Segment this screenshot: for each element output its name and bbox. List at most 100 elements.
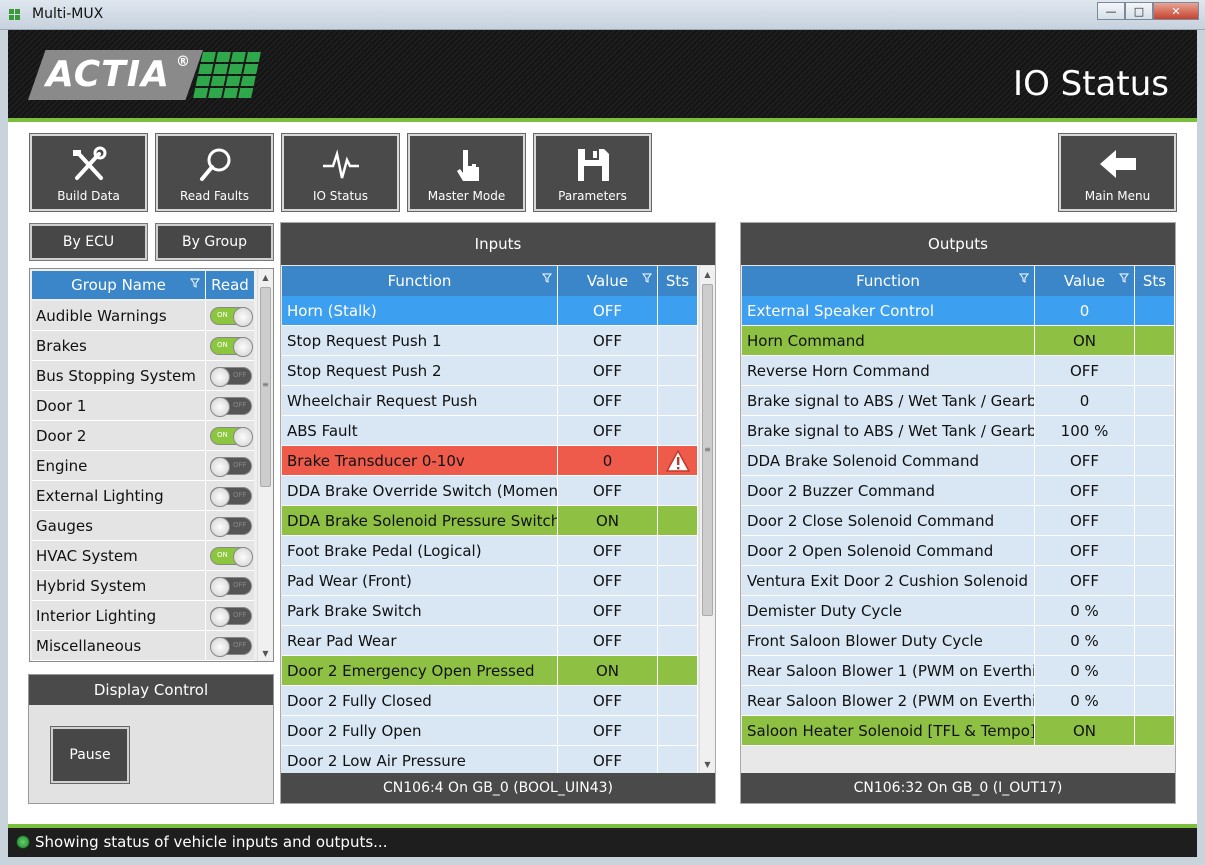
scrollbar-thumb[interactable]: ≡ bbox=[702, 284, 713, 616]
read-toggle[interactable]: OFF bbox=[210, 607, 252, 627]
group-list-scrollbar[interactable]: ▲ ≡ ▼ bbox=[257, 269, 273, 661]
tab-by-ecu[interactable]: By ECU bbox=[29, 223, 148, 261]
scroll-down-icon[interactable]: ▼ bbox=[258, 645, 273, 661]
table-row[interactable]: ABS Fault OFF bbox=[282, 416, 698, 446]
build-data-button[interactable]: Build Data bbox=[29, 133, 148, 212]
group-name: Miscellaneous bbox=[32, 631, 206, 660]
parameters-button[interactable]: Parameters bbox=[533, 133, 652, 212]
magnifier-icon bbox=[199, 148, 230, 181]
read-toggle[interactable]: ON bbox=[210, 547, 253, 567]
value-column-header[interactable]: Value bbox=[558, 266, 658, 296]
status-cell bbox=[658, 326, 698, 356]
read-faults-button[interactable]: Read Faults bbox=[155, 133, 274, 212]
group-row[interactable]: Miscellaneous OFF bbox=[32, 631, 254, 661]
group-name-column-header[interactable]: Group Name bbox=[32, 271, 206, 299]
read-toggle[interactable]: OFF bbox=[210, 367, 252, 387]
group-row[interactable]: Hybrid System OFF bbox=[32, 571, 254, 601]
window-titlebar[interactable]: Multi-MUX — □ ✕ bbox=[0, 0, 1205, 30]
table-row[interactable]: Horn (Stalk) OFF bbox=[282, 296, 698, 326]
table-row[interactable]: Door 2 Low Air Pressure OFF bbox=[282, 746, 698, 776]
status-column-header[interactable]: Sts bbox=[658, 266, 698, 296]
filter-icon[interactable] bbox=[190, 278, 200, 288]
table-row[interactable]: Rear Pad Wear OFF bbox=[282, 626, 698, 656]
table-row[interactable]: Door 2 Open Solenoid Command OFF bbox=[742, 536, 1175, 566]
table-row[interactable]: Door 2 Close Solenoid Command OFF bbox=[742, 506, 1175, 536]
value-cell: 0 % bbox=[1035, 596, 1135, 626]
table-row[interactable]: Door 2 Fully Open OFF bbox=[282, 716, 698, 746]
table-row[interactable]: Brake signal to ABS / Wet Tank / Gearb… 0 bbox=[742, 386, 1175, 416]
table-row[interactable]: Door 2 Buzzer Command OFF bbox=[742, 476, 1175, 506]
table-row[interactable]: Park Brake Switch OFF bbox=[282, 596, 698, 626]
table-row[interactable]: Stop Request Push 1 OFF bbox=[282, 326, 698, 356]
table-row[interactable]: Ventura Exit Door 2 Cushion Solenoid … OF… bbox=[742, 566, 1175, 596]
maximize-icon[interactable]: □ bbox=[1125, 2, 1153, 20]
io-status-button[interactable]: IO Status bbox=[281, 133, 400, 212]
table-row[interactable]: Stop Request Push 2 OFF bbox=[282, 356, 698, 386]
read-toggle[interactable]: ON bbox=[210, 307, 253, 327]
table-row[interactable]: Door 2 Emergency Open Pressed ON bbox=[282, 656, 698, 686]
scroll-up-icon[interactable]: ▲ bbox=[700, 266, 715, 282]
read-toggle[interactable]: ON bbox=[210, 337, 253, 357]
read-toggle[interactable]: OFF bbox=[210, 487, 252, 507]
master-mode-button[interactable]: Master Mode bbox=[407, 133, 526, 212]
toggle-knob bbox=[233, 307, 253, 327]
window-title: Multi-MUX bbox=[32, 6, 104, 22]
read-toggle[interactable]: OFF bbox=[210, 517, 252, 537]
table-row[interactable]: Brake signal to ABS / Wet Tank / Gearb… 1… bbox=[742, 416, 1175, 446]
function-column-header[interactable]: Function bbox=[742, 266, 1035, 296]
read-toggle[interactable]: OFF bbox=[210, 457, 252, 477]
filter-icon[interactable] bbox=[642, 273, 652, 283]
pause-button[interactable]: Pause bbox=[50, 726, 130, 784]
group-row[interactable]: External Lighting OFF bbox=[32, 481, 254, 511]
status-cell bbox=[1135, 326, 1175, 356]
table-row[interactable]: Front Saloon Blower Duty Cycle 0 % bbox=[742, 626, 1175, 656]
scroll-up-icon[interactable]: ▲ bbox=[258, 269, 273, 285]
value-column-header[interactable]: Value bbox=[1035, 266, 1135, 296]
table-row[interactable]: DDA Brake Override Switch (Momen… OFF bbox=[282, 476, 698, 506]
main-menu-button[interactable]: Main Menu bbox=[1058, 133, 1177, 212]
group-row[interactable]: Audible Warnings ON bbox=[32, 301, 254, 331]
inputs-scrollbar[interactable]: ▲ ≡ ▼ bbox=[699, 266, 715, 772]
scroll-down-icon[interactable]: ▼ bbox=[700, 756, 715, 772]
group-row[interactable]: Gauges OFF bbox=[32, 511, 254, 541]
table-row[interactable]: External Speaker Control 0 bbox=[742, 296, 1175, 326]
table-row[interactable]: Brake Transducer 0-10v 0 bbox=[282, 446, 698, 476]
table-row[interactable]: Foot Brake Pedal (Logical) OFF bbox=[282, 536, 698, 566]
read-toggle[interactable]: OFF bbox=[210, 397, 252, 417]
scrollbar-thumb[interactable]: ≡ bbox=[260, 287, 271, 487]
group-row[interactable]: Bus Stopping System OFF bbox=[32, 361, 254, 391]
table-row[interactable]: Saloon Heater Solenoid [TFL & Tempo]… ON bbox=[742, 716, 1175, 746]
value-cell: OFF bbox=[558, 476, 658, 506]
value-cell: OFF bbox=[1035, 476, 1135, 506]
table-row[interactable]: Door 2 Fully Closed OFF bbox=[282, 686, 698, 716]
filter-icon[interactable] bbox=[542, 273, 552, 283]
group-row[interactable]: Door 1 OFF bbox=[32, 391, 254, 421]
table-row[interactable]: DDA Brake Solenoid Pressure Switch… ON bbox=[282, 506, 698, 536]
table-row[interactable]: Rear Saloon Blower 2 (PWM on Everthi… 0 % bbox=[742, 686, 1175, 716]
table-row[interactable]: Horn Command ON bbox=[742, 326, 1175, 356]
table-row[interactable]: DDA Brake Solenoid Command OFF bbox=[742, 446, 1175, 476]
function-column-header[interactable]: Function bbox=[282, 266, 558, 296]
table-row[interactable]: Rear Saloon Blower 1 (PWM on Everthi… 0 % bbox=[742, 656, 1175, 686]
group-row[interactable]: Door 2 ON bbox=[32, 421, 254, 451]
group-row[interactable]: Brakes ON bbox=[32, 331, 254, 361]
read-column-header[interactable]: Read bbox=[206, 271, 254, 299]
filter-icon[interactable] bbox=[1019, 273, 1029, 283]
group-row[interactable]: HVAC System ON bbox=[32, 541, 254, 571]
group-row[interactable]: Interior Lighting OFF bbox=[32, 601, 254, 631]
value-cell: OFF bbox=[558, 326, 658, 356]
table-row[interactable]: Pad Wear (Front) OFF bbox=[282, 566, 698, 596]
function-cell: Door 2 Low Air Pressure bbox=[282, 746, 558, 776]
close-icon[interactable]: ✕ bbox=[1153, 2, 1199, 20]
table-row[interactable]: Wheelchair Request Push OFF bbox=[282, 386, 698, 416]
minimize-icon[interactable]: — bbox=[1097, 2, 1125, 20]
status-column-header[interactable]: Sts bbox=[1135, 266, 1175, 296]
table-row[interactable]: Reverse Horn Command OFF bbox=[742, 356, 1175, 386]
read-toggle[interactable]: OFF bbox=[210, 637, 252, 657]
filter-icon[interactable] bbox=[1119, 273, 1129, 283]
table-row[interactable]: Demister Duty Cycle 0 % bbox=[742, 596, 1175, 626]
tab-by-group[interactable]: By Group bbox=[155, 223, 274, 261]
read-toggle[interactable]: ON bbox=[210, 427, 253, 447]
read-toggle[interactable]: OFF bbox=[210, 577, 252, 597]
group-row[interactable]: Engine OFF bbox=[32, 451, 254, 481]
